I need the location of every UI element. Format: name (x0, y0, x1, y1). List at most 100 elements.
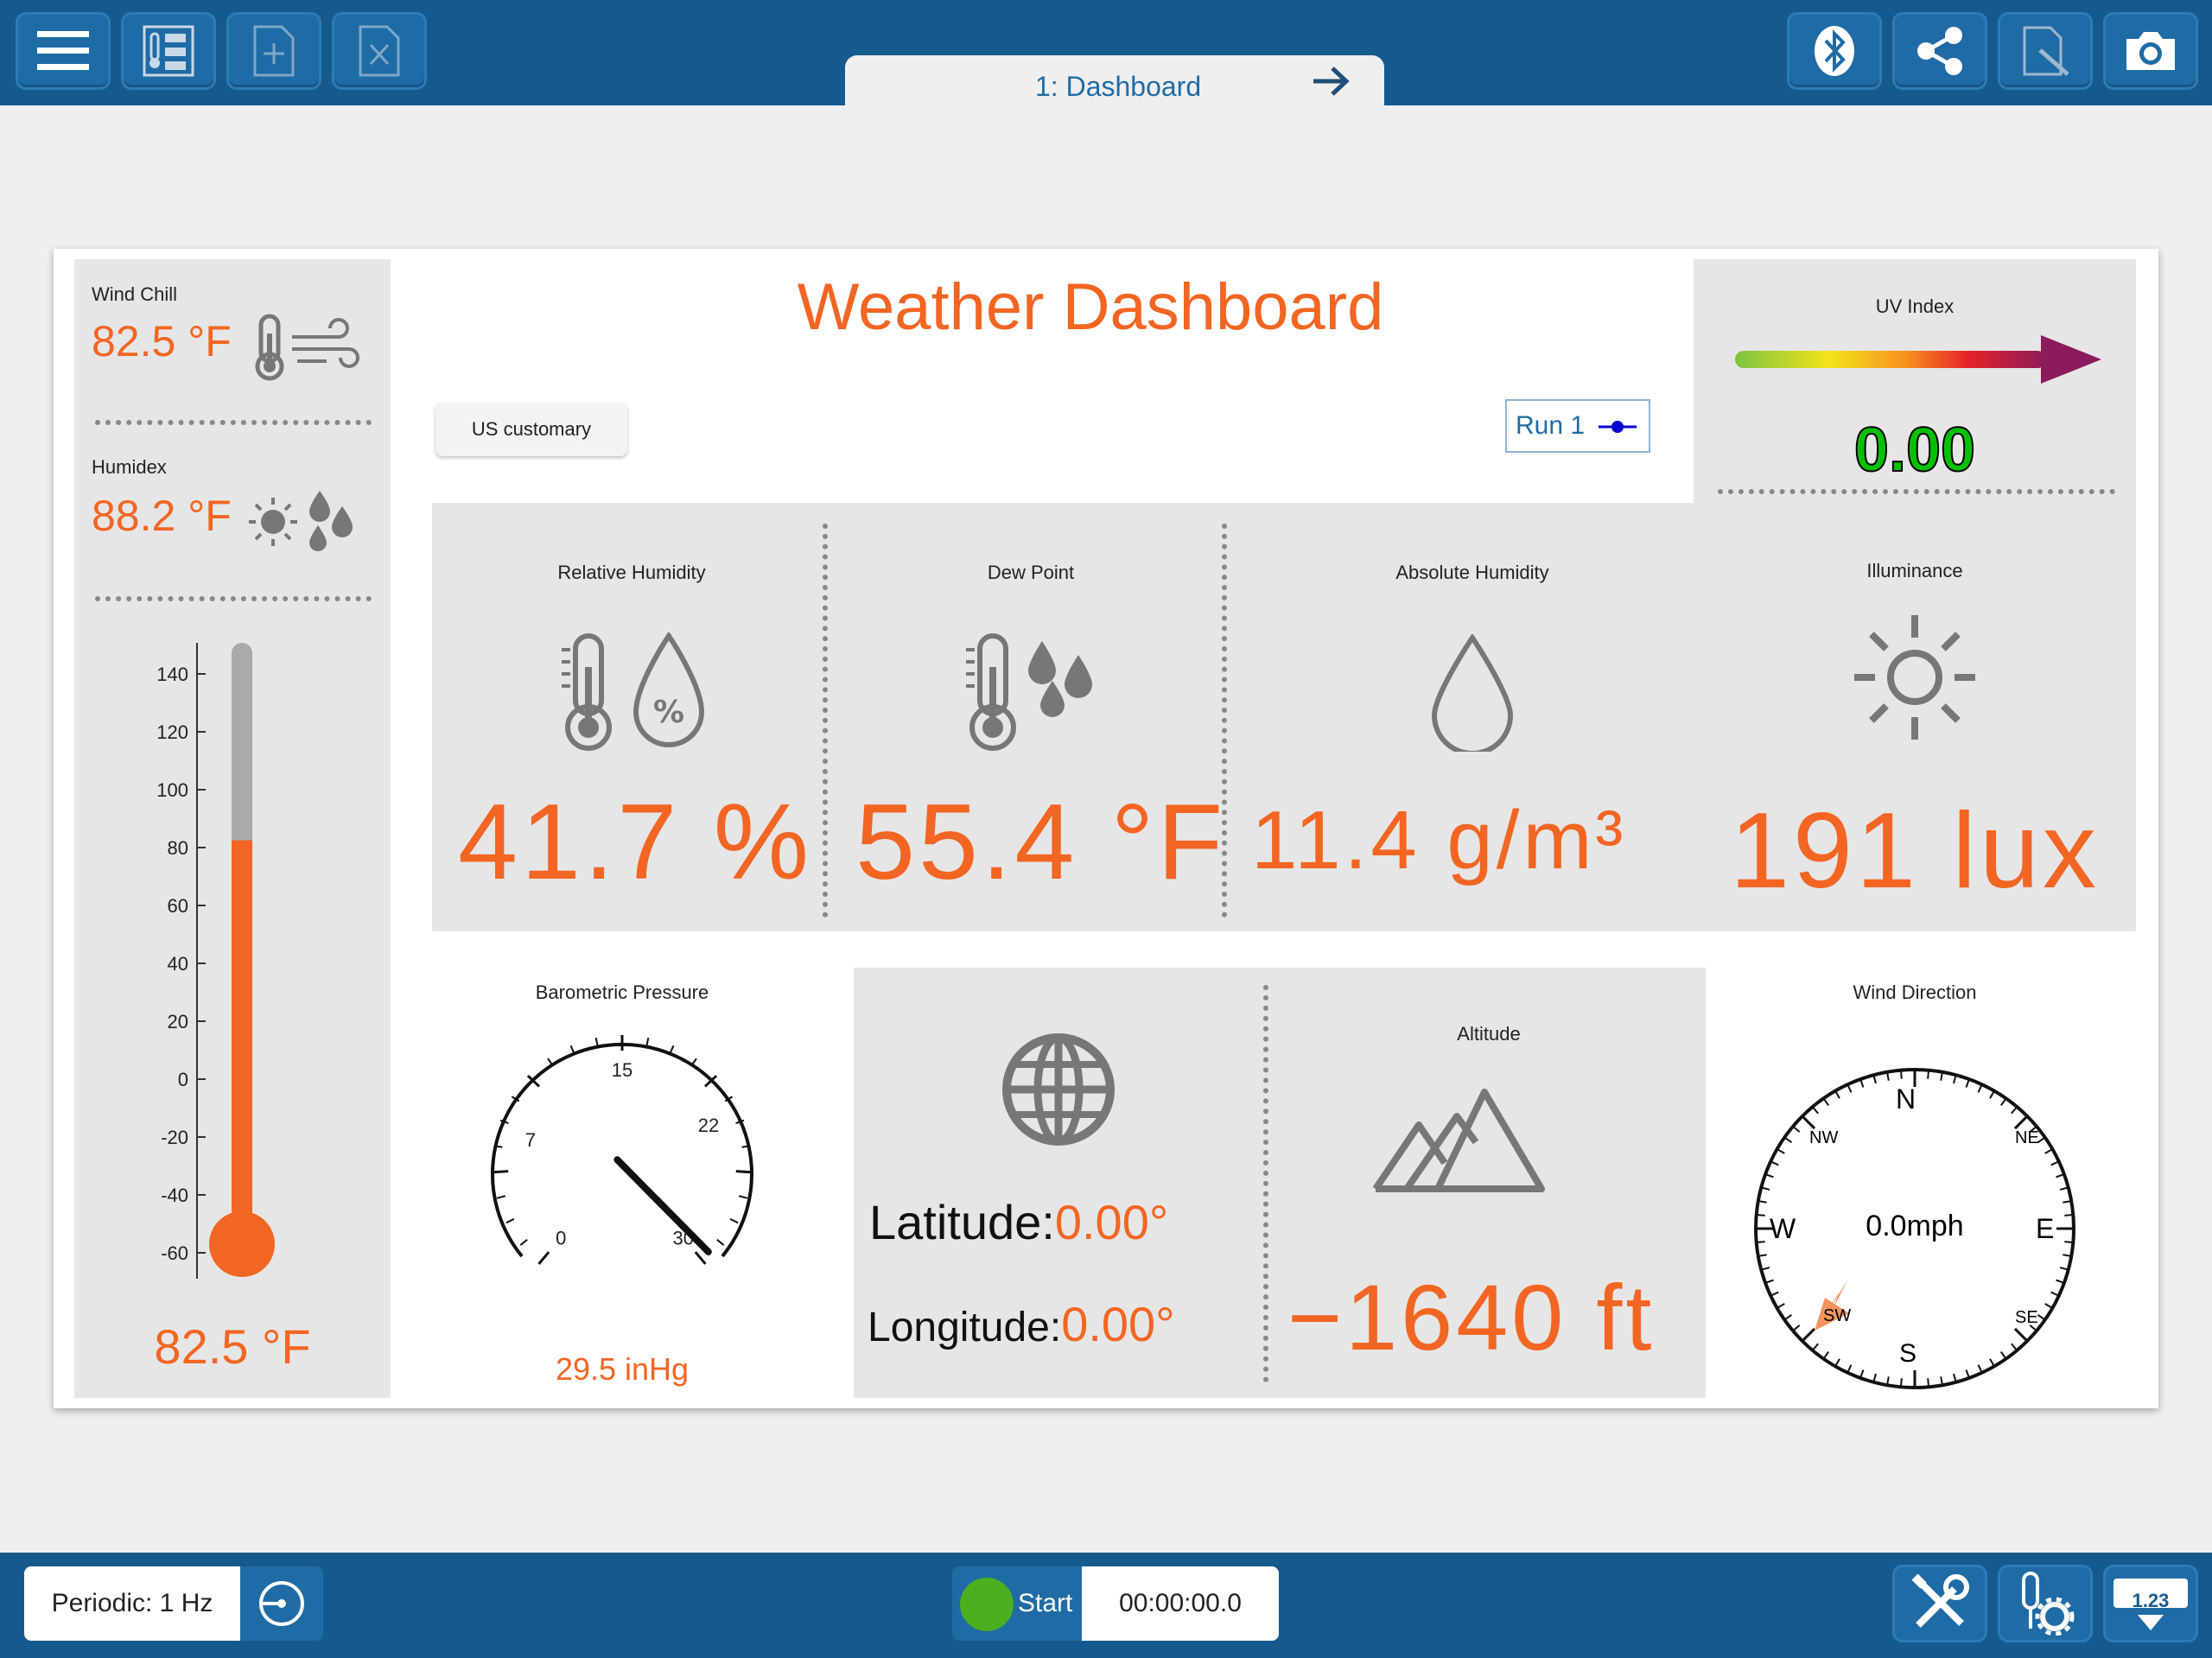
gauge-tick (505, 1217, 515, 1224)
compass-se: SE (2015, 1308, 2038, 1327)
elapsed-time-value: 00:00:00.0 (1119, 1589, 1242, 1617)
barometric-gauge: 07152230 (491, 1035, 753, 1265)
tab-dashboard[interactable]: 1: Dashboard (845, 55, 1384, 109)
altitude-value: −1640 ft (1287, 1265, 1656, 1369)
thermometer-tick-label: 40 (168, 953, 188, 975)
thermometer-humidity-icon: % (562, 632, 705, 751)
start-button[interactable]: Start (952, 1566, 1082, 1641)
wind-direction-label: Wind Direction (1853, 981, 1977, 1003)
relative-humidity-label: Relative Humidity (557, 562, 706, 583)
run-selector[interactable]: Run 1 (1505, 399, 1650, 453)
gauge-tick-label: 7 (525, 1129, 536, 1151)
share-button[interactable] (1892, 12, 1987, 90)
barometric-pressure-value: 29.5 inHg (555, 1351, 690, 1387)
humidex-value: 88.2 °F (92, 492, 232, 540)
gauge-tick (594, 1037, 599, 1047)
sun-icon (1854, 615, 1975, 740)
start-indicator-icon (960, 1578, 1014, 1631)
gauge-tick-label: 22 (698, 1115, 719, 1136)
compass-s: S (1899, 1339, 1917, 1368)
camera-icon (2126, 32, 2175, 70)
wrench-screwdriver-icon (1911, 1573, 1969, 1628)
meter-button[interactable]: 1.23 (2103, 1565, 2198, 1642)
thermometer-tick-label: -40 (161, 1185, 188, 1206)
units-button[interactable]: US customary (435, 403, 627, 456)
run-marker-icon (1599, 421, 1637, 433)
thermometer-value: 82.5 °F (154, 1319, 311, 1374)
thermometer-gauge: 140 120 100 80 60 40 20 0 -20 -40 -60 (156, 643, 275, 1279)
wind-compass: N NE E SE S SW W NW 0.0mph (1751, 1064, 2079, 1393)
gauge-tick (694, 1251, 707, 1265)
page-title: Weather Dashboard (797, 270, 1384, 344)
thermometer-tick-label: 140 (156, 664, 188, 685)
gauge-tick (496, 1195, 506, 1199)
sensor-settings-button[interactable] (1998, 1565, 2093, 1642)
mountain-icon (1372, 1089, 1545, 1192)
location-altitude-panel: Latitude:0.00° Longitude:0.00° Altitude … (854, 968, 1706, 1398)
gauge-tick (669, 1045, 675, 1054)
units-button-label: US customary (471, 418, 592, 440)
tools-button[interactable] (1892, 1565, 1987, 1642)
add-page-button[interactable] (226, 12, 321, 90)
uv-index-label: UV Index (1875, 295, 1955, 317)
thermometer-tick-label: -60 (161, 1242, 188, 1264)
longitude-label: Longitude: (868, 1305, 1062, 1350)
sensor-data-icon (143, 25, 194, 77)
add-page-icon (253, 25, 295, 77)
globe-icon (1002, 1033, 1115, 1146)
thermometer-tick-label: 120 (156, 721, 188, 743)
gauge-tick (716, 1239, 725, 1246)
bottom-toolbar: Periodic: 1 Hz Start 00:00:00.0 1.23 (0, 1553, 2212, 1658)
sensor-gear-icon (2022, 1572, 2075, 1636)
delete-page-button[interactable] (332, 12, 427, 90)
collection-mode-label: Periodic: 1 Hz (51, 1589, 213, 1617)
collection-settings-button[interactable] (240, 1566, 323, 1641)
dew-point-label: Dew Point (987, 562, 1075, 583)
gauge-tick (738, 1195, 748, 1199)
dew-point-value: 55.4 °F (855, 783, 1227, 902)
illuminance-value: 191 lux (1730, 791, 2100, 911)
bluetooth-icon (1815, 26, 1854, 76)
thermometer-tick-label: 100 (156, 779, 188, 801)
compass-sw: SW (1823, 1306, 1852, 1325)
gauge-tick (519, 1239, 528, 1246)
collection-mode-button[interactable]: Periodic: 1 Hz (24, 1566, 240, 1641)
uv-scale-arrow (1735, 335, 2101, 384)
longitude-row: Longitude:0.00° (868, 1296, 1175, 1352)
compass-tick (1927, 1070, 1930, 1079)
menu-button[interactable] (16, 12, 111, 90)
gauge-tick (537, 1251, 550, 1265)
snapshot-button[interactable] (2103, 12, 2198, 90)
longitude-value: 0.00° (1061, 1297, 1175, 1351)
bluetooth-button[interactable] (1787, 12, 1882, 90)
thermometer-tick-label: 20 (168, 1011, 188, 1032)
latitude-label: Latitude: (869, 1195, 1055, 1249)
thermometer-fill (232, 840, 252, 1265)
timer-icon (259, 1581, 304, 1626)
start-label: Start (1018, 1589, 1073, 1617)
gauge-tick (569, 1045, 575, 1054)
gauge-tick-label: 15 (612, 1059, 632, 1081)
compass-nw: NW (1809, 1128, 1839, 1147)
absolute-humidity-label: Absolute Humidity (1395, 562, 1549, 583)
compass-tick (1927, 1378, 1930, 1388)
humidity-panel: Relative Humidity % 41.7 % Dew Point 55.… (432, 503, 1706, 931)
divider (1222, 524, 1227, 918)
divider (823, 524, 828, 918)
humidex-label: Humidex (92, 456, 167, 478)
gauge-tick (645, 1037, 650, 1047)
altitude-label: Altitude (1457, 1023, 1521, 1045)
thermometer-tick-label: 80 (168, 837, 188, 859)
sun-drops-icon (249, 491, 353, 551)
sensor-data-button[interactable] (121, 12, 216, 90)
left-panel: Wind Chill 82.5 °F Humidex 88.2 °F 140 1… (74, 259, 391, 1398)
compass-ne: NE (2015, 1128, 2039, 1147)
annotate-button[interactable] (1998, 12, 2093, 90)
dashboard-card: Wind Chill 82.5 °F Humidex 88.2 °F 140 1… (54, 249, 2158, 1408)
meter-label: 1.23 (2132, 1590, 2170, 1611)
water-drop-icon (1431, 634, 1514, 752)
arrow-right-icon[interactable] (1312, 66, 1350, 97)
right-panel: UV Index 0.00 Illuminance 191 lux (1694, 259, 2136, 931)
svg-text:%: % (653, 695, 684, 730)
divider (1718, 489, 2115, 494)
